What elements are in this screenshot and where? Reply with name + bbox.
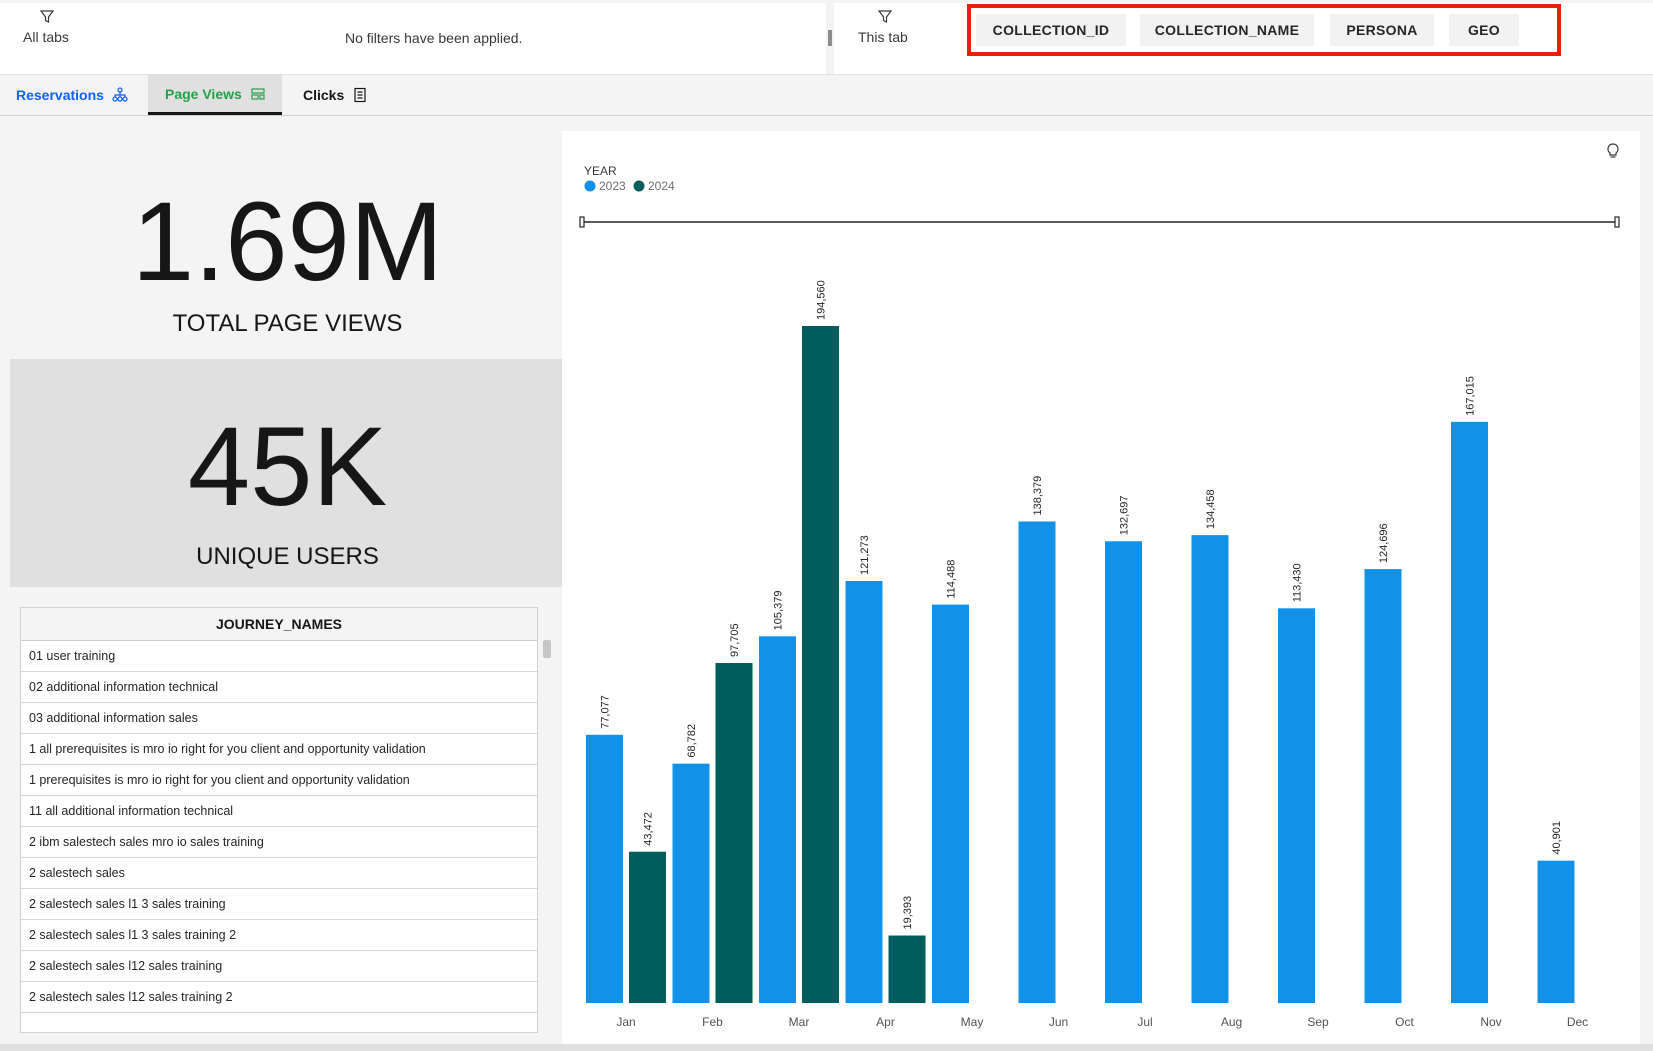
kpi-label: TOTAL PAGE VIEWS [172,310,403,337]
data-label: 113,430 [1292,563,1304,602]
bar-jun-2023[interactable] [1018,521,1056,1003]
filter-icon[interactable] [40,10,54,24]
bar-nov-2023[interactable] [1451,421,1488,1003]
bar-feb-2024[interactable] [715,663,753,1003]
data-label: 138,379 [1032,476,1044,516]
x-tick-label: Oct [1395,1015,1414,1029]
no-filters-message: No filters have been applied. [345,30,523,46]
bar-apr-2024[interactable] [888,935,926,1003]
legend-title: YEAR [584,164,617,178]
data-label: 97,705 [729,623,741,657]
bar-feb-2023[interactable] [672,763,710,1003]
org-chart-icon [112,87,128,102]
table-row[interactable]: 01 user training [21,641,537,672]
bar-chart[interactable]: YEAR 2023 2024 77,077 43,472 68,782 97,705 10… [562,131,1640,1044]
bar-oct-2023[interactable] [1364,569,1402,1003]
table-row[interactable]: 1 prerequisites is mro io right for you … [21,765,537,796]
legend[interactable]: 2023 2024 [584,179,676,193]
table-row[interactable]: 02 additional information technical [21,672,537,703]
tab-clicks[interactable]: Clicks [303,75,368,115]
table-header[interactable]: JOURNEY_NAMES [21,608,537,641]
bar-jan-2024[interactable] [629,851,666,1003]
report-icon [354,87,366,103]
right-gutter [1640,131,1653,1044]
kpi-total-page-views[interactable]: 1.69M TOTAL PAGE VIEWS [10,130,565,358]
table-scrollbar[interactable] [543,640,551,658]
table-row[interactable]: 2 ibm salestech sales mro io sales train… [21,827,537,858]
bar-apr-2023[interactable] [845,581,883,1003]
table-row[interactable]: 11 all additional information technical [21,796,537,827]
x-tick-label: Apr [876,1015,895,1029]
data-label: 114,488 [946,560,958,599]
data-label: 194,560 [816,280,828,320]
x-tick-label: Sep [1307,1015,1329,1029]
legend-marker-2023[interactable] [584,180,596,192]
splitter-handle[interactable] [828,30,832,46]
x-tick-label: Aug [1221,1015,1242,1029]
kpi-value: 1.69M [131,179,444,304]
all-tabs-filter-label[interactable]: All tabs [23,29,69,45]
bar-mar-2023[interactable] [759,636,796,1003]
lightbulb-icon[interactable] [1604,142,1622,160]
table-row[interactable]: 2 salestech sales l1 3 sales training 2 [21,920,537,951]
legend-marker-2024[interactable] [633,180,645,192]
data-label: 121,273 [859,535,871,575]
table-row[interactable]: 1 all prerequisites is mro io right for … [21,734,537,765]
this-tab-filter-label[interactable]: This tab [858,29,908,45]
table-row[interactable]: 2 salestech sales [21,858,537,889]
table-row[interactable]: 2 salestech sales l12 sales training 2 [21,982,537,1013]
legend-label-2023[interactable]: 2023 [599,179,626,193]
x-tick-label: Jul [1137,1015,1152,1029]
page-views-chart-panel: YEAR 2023 2024 77,077 43,472 68,782 97,705 10… [562,131,1640,1044]
journey-names-table[interactable]: JOURNEY_NAMES 01 user training 02 additi… [20,607,538,1033]
kpi-value: 45K [187,404,388,529]
bar-dec-2023[interactable] [1537,860,1575,1003]
x-tick-label: Feb [702,1015,723,1029]
table-row[interactable]: 2 salestech sales l12 sales training [21,951,537,982]
bar-mar-2024[interactable] [802,326,839,1003]
bar-may-2023[interactable] [932,604,969,1003]
dashboard-icon [251,87,265,100]
data-label: 68,782 [686,724,698,758]
tab-label: Clicks [303,87,345,103]
bar-aug-2023[interactable] [1191,535,1229,1003]
data-label: 132,697 [1119,495,1131,535]
data-label: 40,901 [1551,821,1563,855]
highlight-box [967,4,1561,56]
kpi-unique-users[interactable]: 45K UNIQUE USERS [10,359,565,587]
tab-page-views[interactable]: Page Views [148,75,282,115]
data-label: 167,015 [1465,376,1477,416]
table-row[interactable]: 2 salestech sales l1 3 sales training [21,889,537,920]
range-slider[interactable] [579,216,1620,228]
tab-label: Page Views [165,85,242,102]
range-slider-end-handle[interactable] [1614,216,1620,228]
data-label: 124,696 [1378,523,1390,563]
table-row[interactable]: 03 additional information sales [21,703,537,734]
tab-reservations[interactable]: Reservations [16,75,128,115]
data-label: 134,458 [1205,489,1217,529]
x-tick-label: Mar [789,1015,810,1029]
data-label: 77,077 [600,695,612,729]
filter-icon[interactable] [878,10,892,24]
x-tick-label: May [961,1015,984,1029]
bar-jan-2023[interactable] [586,734,623,1003]
x-tick-label: Nov [1480,1015,1501,1029]
range-slider-start-handle[interactable] [579,216,585,228]
legend-label-2024[interactable]: 2024 [648,179,675,193]
data-label: 105,379 [773,591,785,631]
bar-sep-2023[interactable] [1278,608,1315,1003]
tab-label: Reservations [16,87,104,103]
x-tick-label: Dec [1567,1015,1588,1029]
bottom-divider [0,1044,1653,1051]
data-label: 19,393 [902,896,914,930]
kpi-label: UNIQUE USERS [196,543,379,570]
x-tick-label: Jun [1049,1015,1068,1029]
data-label: 43,472 [643,812,655,846]
x-tick-label: Jan [616,1015,635,1029]
tab-bar: Reservations Page Views Clicks [0,75,1653,116]
bar-jul-2023[interactable] [1105,541,1142,1003]
